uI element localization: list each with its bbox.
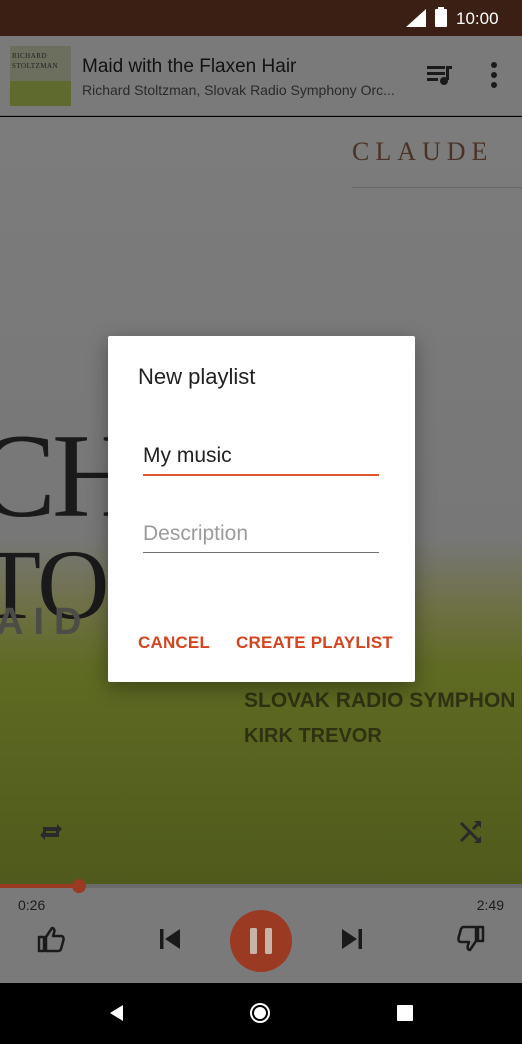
system-nav-bar [0,983,522,1044]
time-total: 2:49 [476,897,504,913]
playlist-name-field [143,444,379,476]
home-icon[interactable] [249,1002,271,1024]
new-playlist-dialog: New playlist CANCEL CREATE PLAYLIST [108,336,415,682]
skip-previous-icon[interactable] [157,926,183,952]
create-playlist-button[interactable]: CREATE PLAYLIST [236,633,393,653]
pause-icon [250,928,272,954]
dialog-title: New playlist [138,364,256,389]
battery-icon [435,7,447,27]
album-art-rule [352,187,522,188]
time-elapsed: 0:26 [18,897,46,913]
album-art-text-claude: CLAUDE [352,137,494,166]
now-playing-header[interactable]: RICHARD STOLTZMAN Maid with the Flaxen H… [0,36,522,116]
status-clock: 10:00 [456,9,499,28]
playlist-name-input[interactable] [143,444,379,476]
recents-icon[interactable] [397,1005,413,1021]
playlist-description-input[interactable] [143,522,379,553]
shuffle-icon[interactable] [457,817,485,845]
thumbnail-text-1: RICHARD [12,52,48,60]
signal-icon [406,9,426,27]
queue-music-icon[interactable] [425,61,453,89]
skip-next-icon[interactable] [339,926,365,952]
thumbnail-band [10,81,71,106]
progress-fill [0,884,79,888]
back-icon[interactable] [107,1003,125,1023]
thumbnail-text-2: STOLTZMAN [12,62,59,70]
cancel-button[interactable]: CANCEL [138,633,210,653]
album-thumbnail[interactable]: RICHARD STOLTZMAN [10,46,71,106]
player-controls: 0:26 2:49 [0,879,522,983]
playlist-description-field [143,522,379,553]
thumbs-down-icon[interactable] [456,924,486,954]
track-artist: Richard Stoltzman, Slovak Radio Symphony… [82,82,395,98]
track-title: Maid with the Flaxen Hair [82,56,297,77]
album-art-text-conductor: KIRK TREVOR [244,725,382,747]
more-vert-icon[interactable] [482,60,506,90]
pause-button[interactable] [230,910,292,972]
album-art-text-orchestra: SLOVAK RADIO SYMPHON [244,689,516,712]
thumbs-up-icon[interactable] [36,924,66,954]
progress-thumb[interactable] [71,879,86,893]
repeat-icon[interactable] [37,817,65,845]
status-bar: 10:00 [0,0,522,36]
